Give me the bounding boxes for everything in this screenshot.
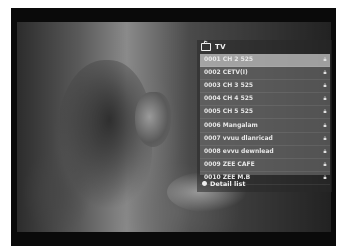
lock-icon: 🔒︎ — [323, 160, 327, 168]
lock-icon: 🔒︎ — [323, 95, 327, 103]
channel-name: 0006 Mangalam — [204, 121, 258, 129]
lock-icon: 🔒︎ — [323, 121, 327, 129]
channel-name: 0004 CH 4 525 — [204, 95, 254, 103]
channel-row[interactable]: 0009 ZEE CAFE 🔒︎ — [200, 159, 330, 172]
lock-icon: 🔒︎ — [323, 134, 327, 142]
panel-header: TV — [197, 40, 332, 53]
channel-row[interactable]: 0007 vvuu dlanricad 🔒︎ — [200, 133, 330, 146]
channel-row[interactable]: 0003 CH 3 525 🔒︎ — [200, 80, 330, 94]
channel-row[interactable]: 0002 CETV(I) 🔒︎ — [200, 67, 330, 81]
channel-row[interactable]: 0005 CH 5 525 🔒︎ — [200, 106, 330, 120]
lock-icon: 🔒︎ — [323, 82, 327, 90]
video-figure-face — [135, 92, 171, 147]
lock-icon: 🔒︎ — [323, 56, 327, 64]
channel-row[interactable]: 0004 CH 4 525 🔒︎ — [200, 93, 330, 107]
tv-icon — [201, 42, 211, 51]
channel-name: 0002 CETV(I) — [204, 69, 248, 77]
channel-name: 0009 ZEE CAFE — [204, 160, 255, 168]
panel-title: TV — [215, 42, 226, 51]
circle-key-icon — [202, 181, 207, 186]
channel-name: 0001 CH 2 525 — [204, 56, 254, 64]
panel-footer: Detail list — [197, 177, 332, 190]
lock-icon: 🔒︎ — [323, 69, 327, 77]
lock-icon: 🔒︎ — [323, 147, 327, 155]
channel-name: 0007 vvuu dlanricad — [204, 134, 273, 142]
channel-name: 0003 CH 3 525 — [204, 82, 254, 90]
lock-icon: 🔒︎ — [323, 108, 327, 116]
channel-name: 0005 CH 5 525 — [204, 108, 254, 116]
channel-row[interactable]: 0001 CH 2 525 🔒︎ — [200, 54, 330, 68]
channel-row[interactable]: 0006 Mangalam 🔒︎ — [200, 119, 330, 133]
tv-screen: TV 0001 CH 2 525 🔒︎ 0002 CETV(I) 🔒︎ 0003… — [11, 8, 336, 246]
channel-row[interactable]: 0008 evvu dewnlead 🔒︎ — [200, 146, 330, 159]
channel-name: 0008 evvu dewnlead — [204, 147, 274, 155]
detail-list-label[interactable]: Detail list — [210, 180, 245, 188]
screenshot-frame: TV 0001 CH 2 525 🔒︎ 0002 CETV(I) 🔒︎ 0003… — [0, 0, 347, 252]
channel-list: 0001 CH 2 525 🔒︎ 0002 CETV(I) 🔒︎ 0003 CH… — [200, 54, 330, 185]
channel-list-panel: TV 0001 CH 2 525 🔒︎ 0002 CETV(I) 🔒︎ 0003… — [197, 40, 332, 192]
